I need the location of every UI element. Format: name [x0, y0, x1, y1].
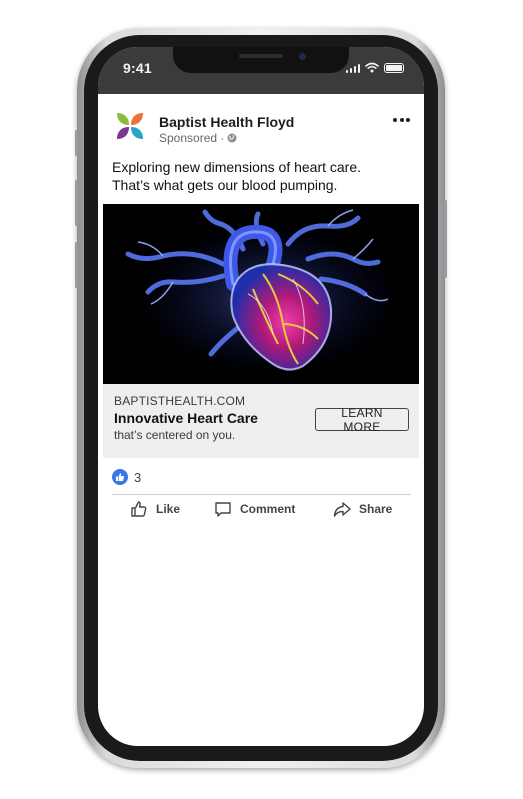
- learn-more-button[interactable]: LEARN MORE: [315, 406, 409, 434]
- post-text-line: That’s what gets our blood pumping.: [112, 177, 338, 193]
- side-button-volume-up: [75, 180, 78, 226]
- status-time: 9:41: [123, 60, 152, 76]
- wifi-icon: [365, 62, 379, 73]
- like-icon: [112, 469, 128, 485]
- link-domain: BAPTISTHEALTH.COM: [114, 394, 246, 408]
- sponsored-label: Sponsored ·: [159, 131, 225, 145]
- comment-button-label: Comment: [240, 502, 296, 516]
- speaker-grille: [239, 54, 283, 58]
- signal-icon: [345, 63, 360, 73]
- battery-icon: [384, 63, 404, 73]
- post-text: Exploring new dimensions of heart care. …: [112, 158, 412, 194]
- heart-illustration: [103, 204, 419, 384]
- post-media-image[interactable]: [103, 204, 419, 384]
- sponsored-post: Baptist Health Floyd Sponsored · Explori…: [98, 94, 424, 517]
- share-icon: [333, 502, 351, 517]
- post-header: Baptist Health Floyd Sponsored ·: [98, 94, 424, 145]
- link-description: that’s centered on you.: [114, 428, 236, 442]
- like-button[interactable]: Like: [130, 500, 180, 518]
- more-options-icon[interactable]: [393, 118, 410, 122]
- globe-icon: [227, 133, 237, 143]
- reaction-count: 3: [134, 469, 142, 485]
- divider: [112, 494, 411, 495]
- status-bar: 9:41: [98, 47, 424, 94]
- comment-button[interactable]: Comment: [214, 500, 295, 518]
- front-camera: [299, 53, 306, 60]
- page-name[interactable]: Baptist Health Floyd: [159, 114, 294, 130]
- link-preview[interactable]: BAPTISTHEALTH.COM Innovative Heart Care …: [103, 384, 419, 458]
- side-button-mute: [75, 130, 78, 156]
- side-button-power: [444, 200, 447, 278]
- status-icons: [345, 61, 404, 73]
- share-button[interactable]: Share: [333, 500, 392, 518]
- action-bar: Like Comment Share: [98, 500, 424, 528]
- phone-screen: 9:41 Baptist Health Floyd Sponsored · Ex…: [98, 47, 424, 746]
- share-button-label: Share: [359, 502, 393, 516]
- sponsored-label-row: Sponsored ·: [159, 131, 237, 145]
- thumbs-up-icon: [131, 501, 147, 517]
- reaction-summary[interactable]: 3: [112, 469, 141, 485]
- side-button-volume-down: [75, 242, 78, 288]
- baptist-health-logo[interactable]: [115, 111, 145, 141]
- link-headline[interactable]: Innovative Heart Care: [114, 410, 258, 426]
- post-text-line: Exploring new dimensions of heart care.: [112, 159, 362, 175]
- notch: [173, 47, 349, 73]
- comment-icon: [215, 502, 231, 517]
- like-button-label: Like: [156, 502, 181, 516]
